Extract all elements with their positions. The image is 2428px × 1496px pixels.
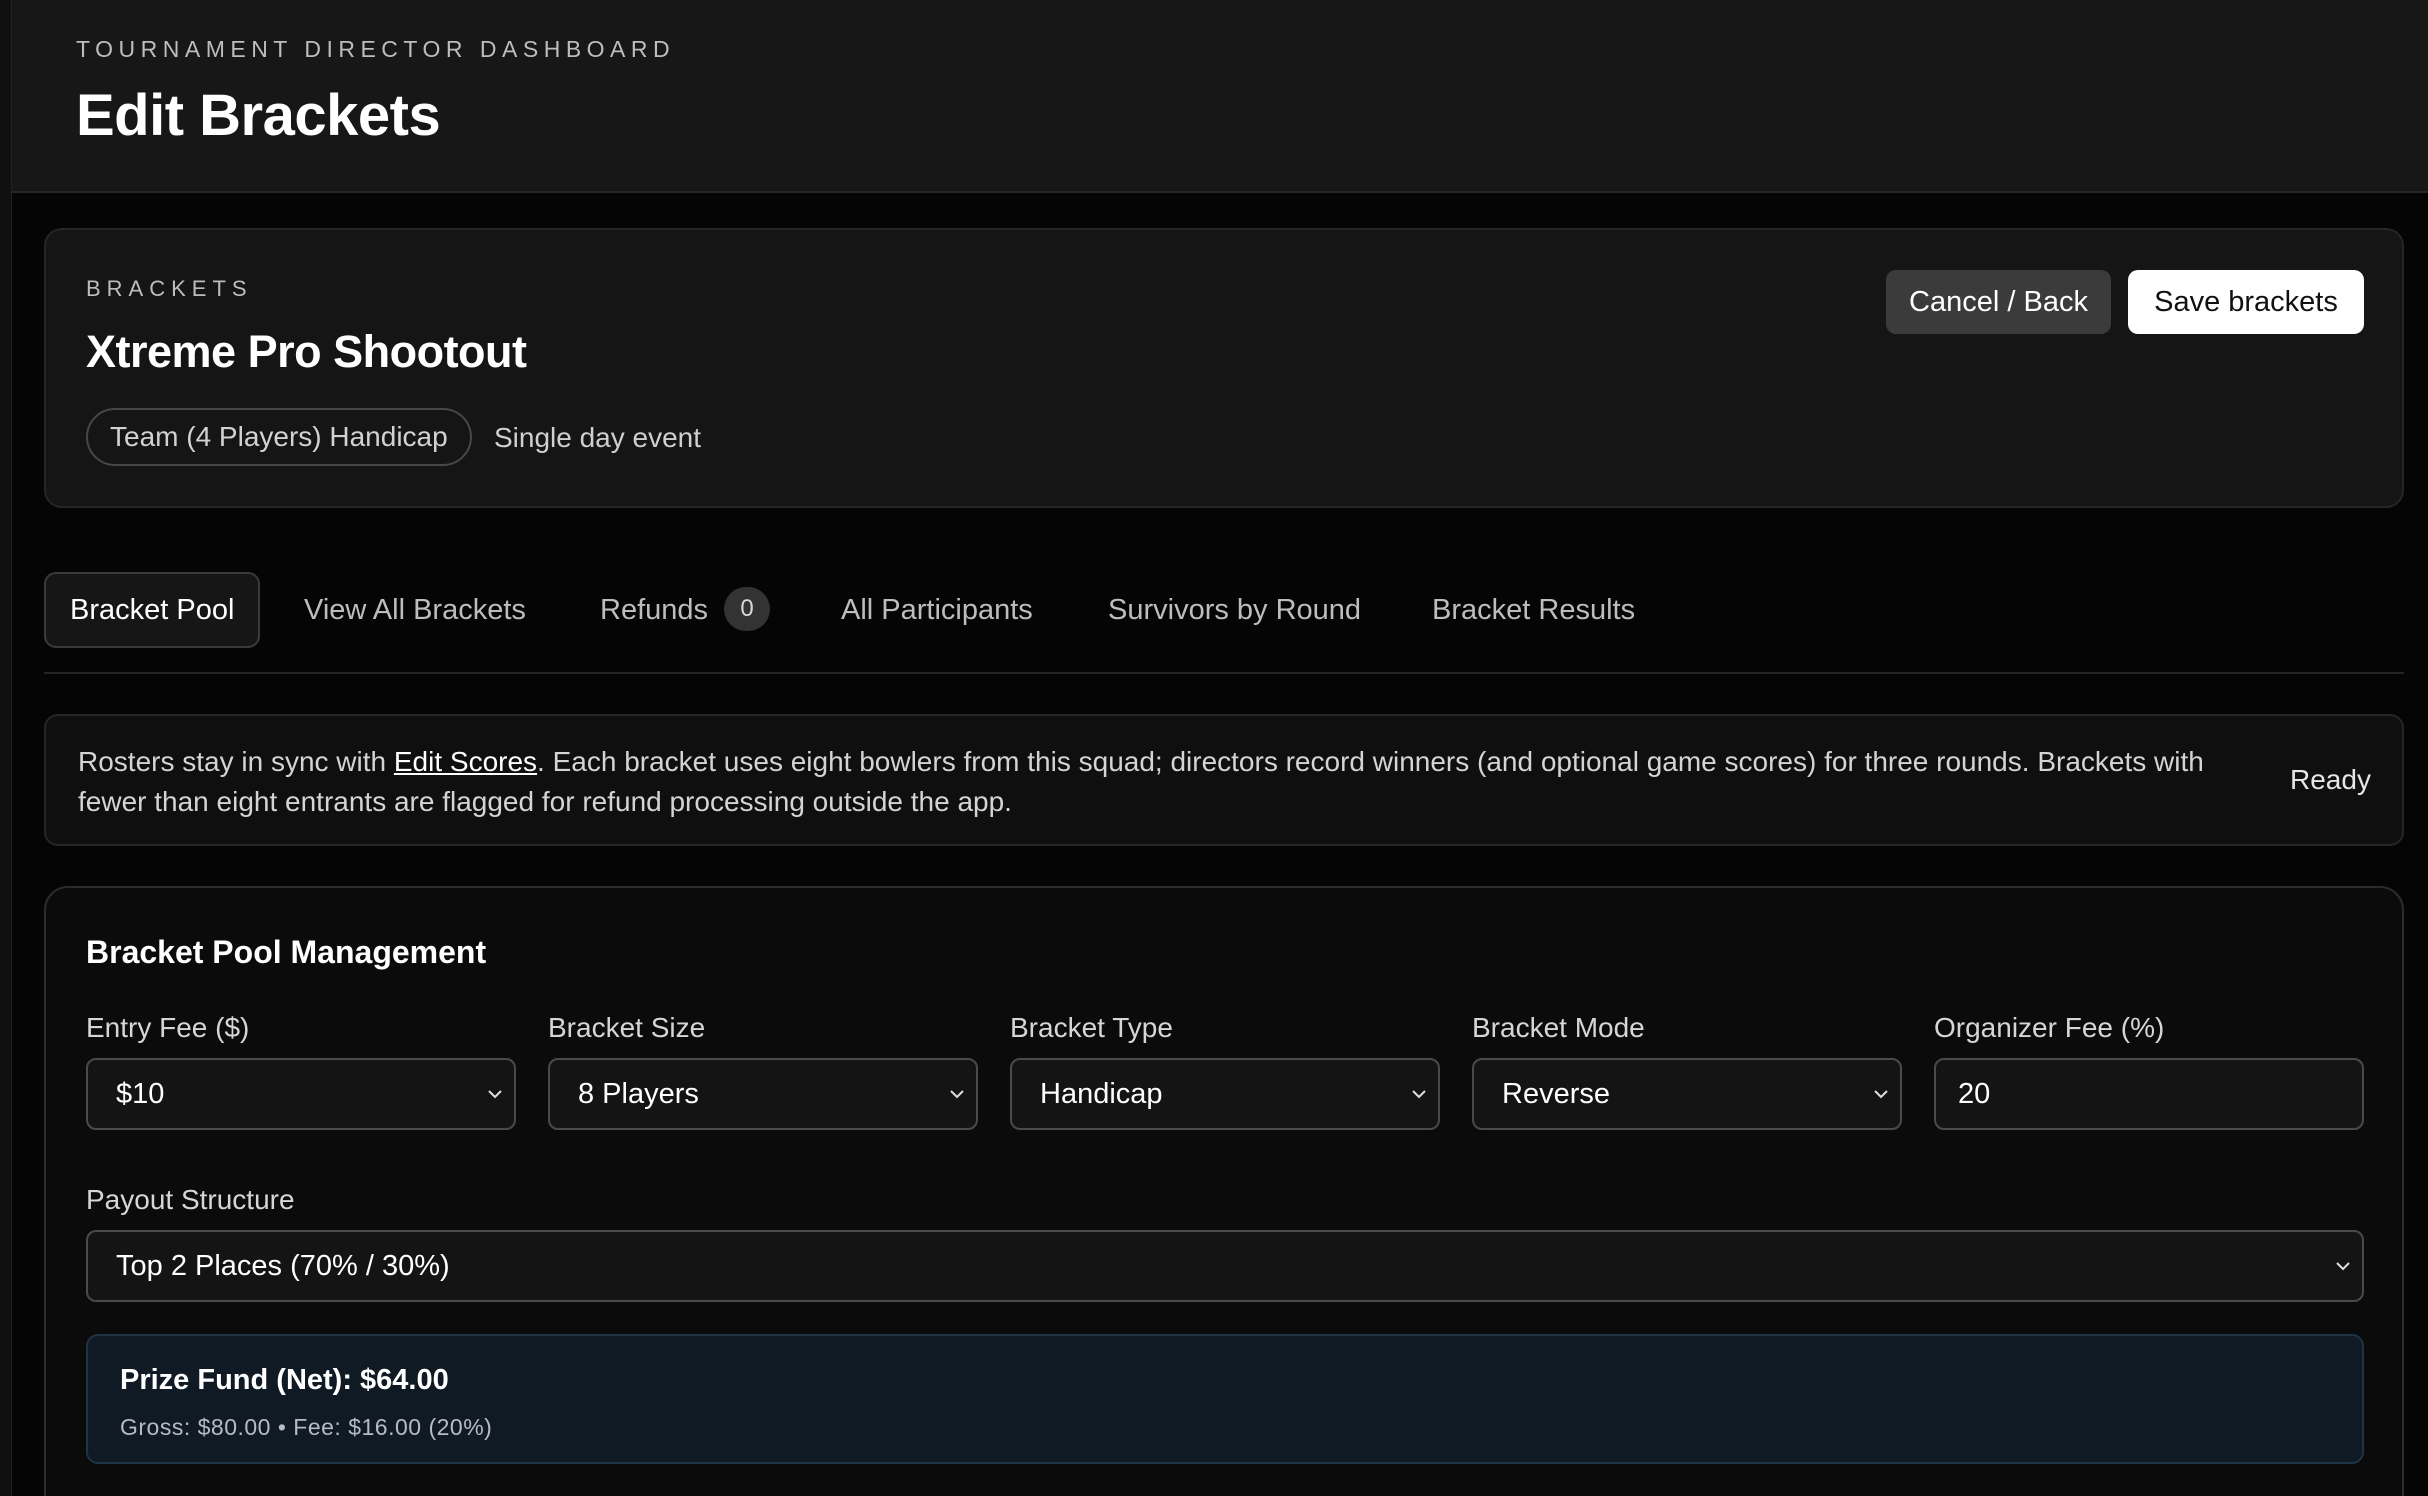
section-title: Bracket Pool Management — [86, 934, 487, 970]
entry-fee-select[interactable]: $10 — [86, 1058, 516, 1130]
chevron-down-icon — [944, 1060, 970, 1128]
cancel-back-button[interactable]: Cancel / Back — [1886, 270, 2111, 334]
tab-bracket-results[interactable]: Bracket Results — [1432, 572, 1635, 648]
organizer-fee-label: Organizer Fee (%) — [1934, 1012, 2165, 1043]
bracket-size-select[interactable]: 8 Players — [548, 1058, 978, 1130]
save-brackets-button[interactable]: Save brackets — [2128, 270, 2364, 334]
entry-fee-label: Entry Fee ($) — [86, 1012, 250, 1043]
tab-bracket-pool[interactable]: Bracket Pool — [44, 572, 261, 648]
event-format-chip: Team (4 Players) Handicap — [86, 408, 472, 466]
bracket-size-value: 8 Players — [578, 1078, 699, 1110]
event-summary-card: BRACKETS Xtreme Pro Shootout Team (4 Pla… — [44, 228, 2404, 508]
bracket-mode-value: Reverse — [1502, 1078, 1610, 1110]
bracket-type-select[interactable]: Handicap — [1010, 1058, 1440, 1130]
page-title: Edit Brackets — [76, 83, 441, 148]
payout-structure-value: Top 2 Places (70% / 30%) — [116, 1250, 450, 1282]
payout-structure-select[interactable]: Top 2 Places (70% / 30%) — [86, 1230, 2364, 1302]
tab-refunds[interactable]: Refunds 0 — [600, 572, 771, 648]
organizer-fee-input[interactable]: 20 — [1934, 1058, 2364, 1130]
chevron-down-icon — [1406, 1060, 1432, 1128]
left-rail — [0, 0, 12, 1496]
chevron-down-icon — [2330, 1232, 2356, 1300]
status-indicator: Ready — [2290, 764, 2371, 795]
organizer-fee-value: 20 — [1958, 1078, 1991, 1110]
refunds-count-badge: 0 — [724, 587, 771, 632]
payout-structure-label: Payout Structure — [86, 1184, 295, 1215]
bracket-pool-management-panel: Bracket Pool Management Entry Fee ($) $1… — [44, 886, 2404, 1496]
tab-survivors-by-round[interactable]: Survivors by Round — [1108, 572, 1361, 648]
section-eyebrow: BRACKETS — [86, 276, 253, 301]
prize-fund-summary: Prize Fund (Net): $64.00 Gross: $80.00 •… — [86, 1334, 2364, 1464]
sync-info-text: Rosters stay in sync with Edit Scores. E… — [78, 742, 2278, 822]
prize-fund-net: Prize Fund (Net): $64.00 — [120, 1364, 449, 1396]
event-name: Xtreme Pro Shootout — [86, 326, 527, 377]
tab-view-all-brackets[interactable]: View All Brackets — [304, 572, 526, 648]
dashboard-eyebrow: TOURNAMENT DIRECTOR DASHBOARD — [76, 36, 676, 62]
chevron-down-icon — [1868, 1060, 1894, 1128]
tab-all-participants[interactable]: All Participants — [841, 572, 1033, 648]
bracket-tabs: Bracket Pool View All Brackets Refunds 0 … — [44, 572, 2404, 674]
bracket-size-label: Bracket Size — [548, 1012, 706, 1043]
page-header: TOURNAMENT DIRECTOR DASHBOARD Edit Brack… — [12, 0, 2428, 193]
bracket-mode-label: Bracket Mode — [1472, 1012, 1645, 1043]
sync-info-banner: Rosters stay in sync with Edit Scores. E… — [44, 714, 2404, 846]
event-duration: Single day event — [494, 422, 702, 453]
tab-refunds-label: Refunds — [600, 594, 709, 626]
info-prefix: Rosters stay in sync with — [78, 746, 394, 777]
edit-scores-link[interactable]: Edit Scores — [394, 746, 537, 777]
bracket-mode-select[interactable]: Reverse — [1472, 1058, 1902, 1130]
prize-fund-breakdown: Gross: $80.00 • Fee: $16.00 (20%) — [120, 1414, 493, 1440]
chevron-down-icon — [482, 1060, 508, 1128]
bracket-type-value: Handicap — [1040, 1078, 1163, 1110]
entry-fee-value: $10 — [116, 1078, 165, 1110]
bracket-type-label: Bracket Type — [1010, 1012, 1173, 1043]
